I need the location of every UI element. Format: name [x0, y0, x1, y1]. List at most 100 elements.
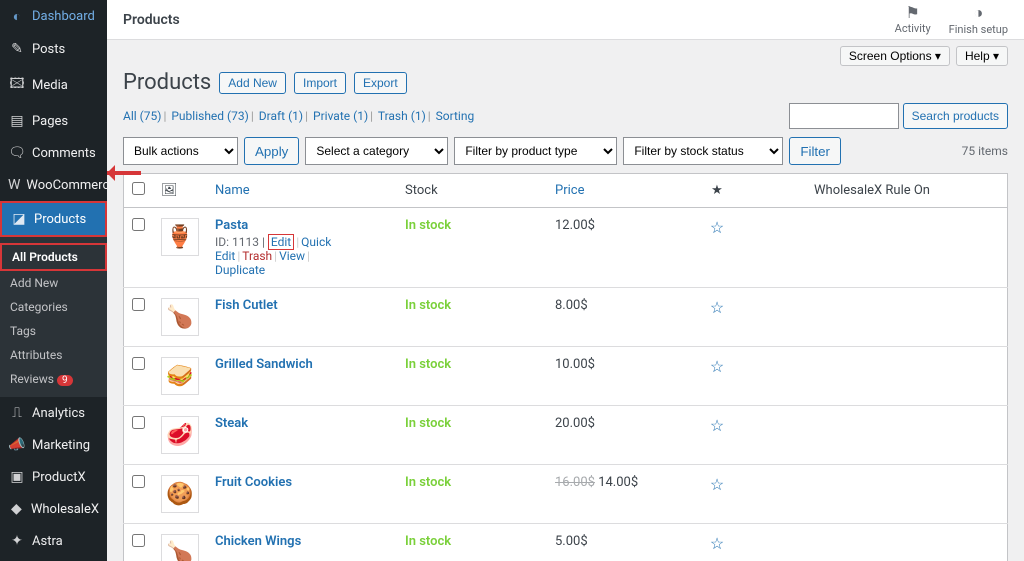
- sidebar-label: WholesaleX: [31, 502, 99, 517]
- menu-icon: ▤: [8, 113, 26, 129]
- row-checkbox[interactable]: [132, 534, 145, 547]
- sidebar-sub-attributes[interactable]: Attributes: [0, 343, 107, 367]
- apply-button[interactable]: Apply: [244, 137, 299, 165]
- row-checkbox[interactable]: [132, 416, 145, 429]
- activity-button[interactable]: ⚑Activity: [895, 3, 931, 36]
- image-icon: 🖼: [161, 183, 178, 198]
- help-button[interactable]: Help ▾: [956, 46, 1008, 66]
- product-thumbnail[interactable]: 🥪: [161, 357, 199, 395]
- price: 16.00$ 14.00$: [547, 465, 697, 524]
- flag-icon: ⚑: [895, 3, 931, 22]
- row-edit-link[interactable]: Edit: [268, 234, 294, 250]
- add-new-button[interactable]: Add New: [219, 72, 286, 94]
- search-button[interactable]: Search products: [903, 103, 1008, 129]
- col-name[interactable]: Name: [215, 183, 250, 198]
- sidebar-label: Media: [32, 78, 68, 93]
- stock-status: In stock: [405, 218, 451, 233]
- sidebar-label: Analytics: [32, 406, 85, 421]
- products-table: 🖼 Name Stock Price ★ WholesaleX Rule On …: [123, 173, 1008, 561]
- category-select[interactable]: Select a category: [305, 137, 448, 165]
- sidebar-item-woocommerce[interactable]: WWooCommerce: [0, 169, 107, 201]
- sidebar-item-wholesalex[interactable]: ◆ WholesaleX: [0, 493, 107, 525]
- sidebar-item-astra[interactable]: ✦ Astra: [0, 525, 107, 557]
- sidebar-sub-categories[interactable]: Categories: [0, 295, 107, 319]
- sidebar-item-posts[interactable]: ✎Posts: [0, 33, 107, 65]
- featured-star[interactable]: ☆: [710, 218, 724, 237]
- menu-icon: 🖾: [8, 73, 26, 97]
- export-button[interactable]: Export: [354, 72, 407, 94]
- featured-star[interactable]: ☆: [710, 416, 724, 435]
- bulk-actions-select[interactable]: Bulk actions: [123, 137, 238, 165]
- row-view-link[interactable]: View: [279, 249, 305, 263]
- filter-published[interactable]: Published (73): [171, 109, 248, 123]
- sidebar-sub-all-products[interactable]: All Products: [0, 243, 107, 271]
- screen-options-button[interactable]: Screen Options ▾: [840, 46, 950, 66]
- featured-star[interactable]: ☆: [710, 534, 724, 553]
- sidebar-label: WooCommerce: [26, 178, 107, 193]
- row-checkbox[interactable]: [132, 218, 145, 231]
- status-filter-links: All (75)| Published (73)| Draft (1)| Pri…: [123, 109, 474, 123]
- sidebar-item-dashboard[interactable]: ◐Dashboard: [0, 0, 107, 33]
- product-name-link[interactable]: Fish Cutlet: [215, 298, 278, 313]
- product-thumbnail[interactable]: 🍗: [161, 298, 199, 336]
- sidebar-item-comments[interactable]: 🗨Comments: [0, 137, 107, 169]
- row-checkbox[interactable]: [132, 357, 145, 370]
- sidebar-item-marketing[interactable]: 📣Marketing: [0, 429, 107, 461]
- product-name-link[interactable]: Grilled Sandwich: [215, 357, 313, 372]
- sidebar-label: Pages: [32, 114, 68, 129]
- product-type-select[interactable]: Filter by product type: [454, 137, 617, 165]
- product-thumbnail[interactable]: 🏺: [161, 218, 199, 256]
- sidebar-item-appearance[interactable]: 🖌Appearance: [0, 557, 107, 561]
- menu-icon: ◆: [8, 501, 25, 517]
- stock-status: In stock: [405, 416, 451, 431]
- col-price[interactable]: Price: [555, 183, 584, 198]
- sidebar-sub-add-new[interactable]: Add New: [0, 271, 107, 295]
- product-thumbnail[interactable]: 🥩: [161, 416, 199, 454]
- import-button[interactable]: Import: [294, 72, 346, 94]
- count-badge: 9: [57, 375, 73, 386]
- row-checkbox[interactable]: [132, 475, 145, 488]
- row-duplicate-link[interactable]: Duplicate: [215, 263, 265, 277]
- menu-icon: ⎍: [8, 405, 26, 421]
- menu-icon: ▣: [8, 469, 26, 485]
- filter-draft[interactable]: Draft (1): [259, 109, 303, 123]
- page-breadcrumb: Products: [123, 12, 895, 28]
- menu-icon: ✎: [8, 41, 26, 57]
- sidebar-item-products[interactable]: ◪Products: [0, 201, 107, 237]
- sidebar-item-analytics[interactable]: ⎍ Analytics: [0, 397, 107, 429]
- sidebar-item-media[interactable]: 🖾 Media: [0, 65, 107, 105]
- sidebar-item-pages[interactable]: ▤ Pages: [0, 105, 107, 137]
- sidebar-item-productx[interactable]: ▣ProductX: [0, 461, 107, 493]
- stock-status: In stock: [405, 475, 451, 490]
- filter-trash[interactable]: Trash (1): [378, 109, 426, 123]
- search-input[interactable]: [789, 103, 899, 129]
- stock-status-select[interactable]: Filter by stock status: [623, 137, 783, 165]
- sidebar-label: Astra: [32, 534, 63, 549]
- table-row: 🍗Chicken WingsIn stock5.00$☆: [124, 524, 1008, 561]
- featured-star[interactable]: ☆: [710, 357, 724, 376]
- admin-sidebar: ◐Dashboard✎Posts 🖾 Media ▤ Pages 🗨CommentsWWo…: [0, 0, 107, 561]
- featured-star[interactable]: ☆: [710, 298, 724, 317]
- select-all-checkbox[interactable]: [132, 182, 145, 195]
- product-name-link[interactable]: Fruit Cookies: [215, 475, 292, 490]
- product-name-link[interactable]: Pasta: [215, 218, 248, 233]
- filter-sorting[interactable]: Sorting: [436, 109, 475, 123]
- product-thumbnail[interactable]: 🍗: [161, 534, 199, 561]
- row-trash-link[interactable]: Trash: [242, 249, 272, 263]
- product-name-link[interactable]: Chicken Wings: [215, 534, 301, 549]
- topbar: Products ⚑Activity ◑Finish setup: [107, 0, 1024, 40]
- filter-all[interactable]: All (75): [123, 109, 161, 123]
- menu-icon: ◐: [8, 8, 26, 25]
- menu-icon: ✦: [8, 533, 26, 549]
- finish-setup-button[interactable]: ◑Finish setup: [949, 3, 1008, 36]
- row-checkbox[interactable]: [132, 298, 145, 311]
- product-name-link[interactable]: Steak: [215, 416, 248, 431]
- featured-star[interactable]: ☆: [710, 475, 724, 494]
- page-title: Products: [123, 70, 211, 95]
- filter-button[interactable]: Filter: [789, 137, 841, 165]
- table-row: 🥩SteakIn stock20.00$☆: [124, 406, 1008, 465]
- sidebar-sub-tags[interactable]: Tags: [0, 319, 107, 343]
- sidebar-sub-reviews[interactable]: Reviews9: [0, 367, 107, 391]
- filter-private[interactable]: Private (1): [313, 109, 368, 123]
- product-thumbnail[interactable]: 🍪: [161, 475, 199, 513]
